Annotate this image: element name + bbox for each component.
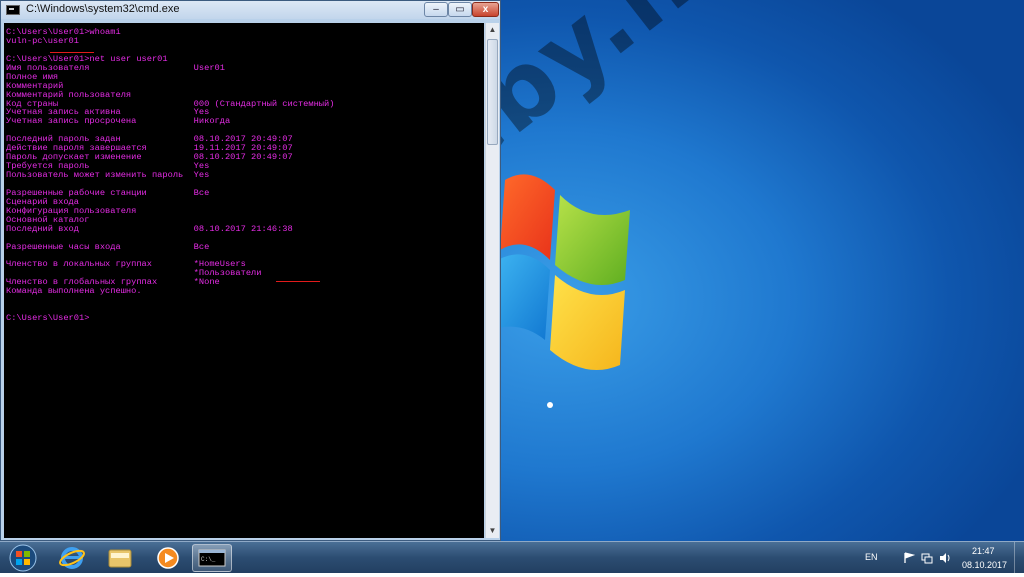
scroll-up-arrow-icon[interactable]: ▲ bbox=[486, 23, 499, 37]
console-line: Учетная запись просрочена Никогда bbox=[6, 116, 231, 127]
start-button[interactable] bbox=[5, 543, 41, 573]
scrollbar-thumb[interactable] bbox=[487, 39, 498, 145]
language-indicator[interactable]: EN bbox=[865, 552, 878, 562]
close-button[interactable]: x bbox=[472, 2, 499, 17]
clock-date[interactable]: 08.10.2017 bbox=[962, 560, 1007, 570]
taskbar-file-explorer[interactable] bbox=[96, 544, 144, 572]
cmd-taskbar-icon: C:\_ bbox=[198, 549, 226, 567]
maximize-button[interactable]: ▭ bbox=[448, 2, 472, 17]
action-center-flag-icon[interactable] bbox=[903, 552, 915, 564]
title-bar[interactable]: C:\Windows\system32\cmd.exe ‒ ▭ x bbox=[1, 1, 500, 19]
groups-annotation-underline bbox=[276, 281, 320, 282]
scroll-down-arrow-icon[interactable]: ▼ bbox=[486, 524, 499, 538]
clock-time[interactable]: 21:47 bbox=[972, 546, 995, 556]
console-lines: C:\Users\User01>whoami vuln-pc\user01 C:\U… bbox=[6, 28, 334, 323]
console-line: Разрешенные часы входа Все bbox=[6, 241, 210, 252]
cmd-window[interactable]: C:\Windows\system32\cmd.exe ‒ ▭ x C:\Use… bbox=[0, 0, 501, 541]
internet-explorer-icon bbox=[59, 547, 85, 569]
show-desktop-button[interactable] bbox=[1014, 542, 1024, 573]
window-title: C:\Windows\system32\cmd.exe bbox=[26, 3, 180, 15]
folder-icon bbox=[108, 549, 132, 568]
whoami-annotation-underline bbox=[50, 52, 94, 53]
taskbar-internet-explorer[interactable] bbox=[48, 544, 96, 572]
console-line: Последний вход 08.10.2017 21:46:38 bbox=[6, 223, 293, 234]
volume-icon[interactable] bbox=[939, 552, 951, 564]
console-line: Команда выполнена успешно. bbox=[6, 286, 142, 297]
console-app-icon bbox=[6, 5, 20, 15]
vertical-scrollbar[interactable]: ▲ ▼ bbox=[485, 23, 499, 538]
taskbar-media-player[interactable] bbox=[144, 544, 192, 572]
console-output[interactable]: C:\Users\User01>whoami vuln-pc\user01 C:\U… bbox=[4, 23, 484, 538]
minimize-button[interactable]: ‒ bbox=[424, 2, 448, 17]
console-line: Пользователь может изменить пароль Yes bbox=[6, 170, 210, 180]
console-line: vuln-pc\user01 bbox=[6, 35, 79, 46]
svg-text:C:\_: C:\_ bbox=[201, 556, 216, 563]
network-icon[interactable] bbox=[921, 552, 933, 564]
taskbar: C:\_ EN 21:47 08.10.2017 bbox=[0, 541, 1024, 573]
console-line: C:\Users\User01> bbox=[6, 313, 90, 323]
windows-logo-icon bbox=[492, 174, 630, 408]
taskbar-cmd[interactable]: C:\_ bbox=[192, 544, 232, 572]
media-player-icon bbox=[157, 547, 179, 569]
